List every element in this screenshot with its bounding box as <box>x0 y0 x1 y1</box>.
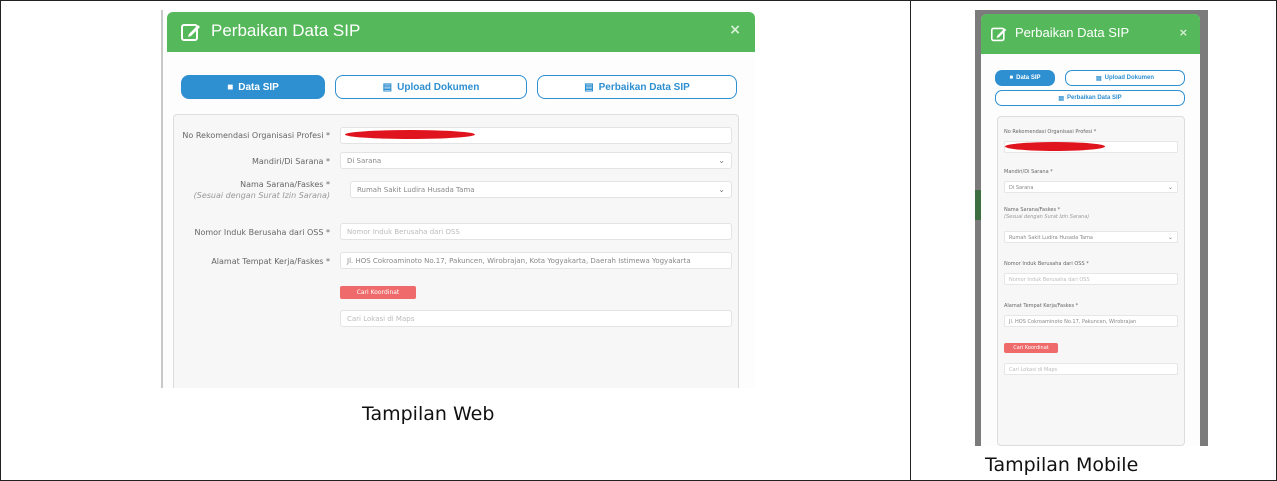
nib-label: Nomor Induk Berusaha dari OSS * <box>1004 261 1089 267</box>
modal-title: Perbaikan Data SIP <box>211 21 361 40</box>
tab-label: Perbaikan Data SIP <box>1066 95 1122 101</box>
edit-icon <box>991 27 1007 42</box>
cari-koordinat-button[interactable]: Cari Koordinat <box>1004 343 1058 353</box>
sarana-hint: (Sesuai dengan Surat Izin Sarana) <box>1004 214 1090 220</box>
form-panel: No Rekomendasi Organisasi Profesi * Mand… <box>997 116 1185 446</box>
chevron-down-icon: ⌄ <box>718 156 725 165</box>
tab-label: Upload Dokumen <box>397 81 480 93</box>
chevron-down-icon: ⌄ <box>1167 184 1173 191</box>
sarana-label: Nama Sarana/Faskes * (Sesuai dengan Sura… <box>193 180 330 200</box>
alamat-label: Alamat Tempat Kerja/Faskes * <box>211 257 330 266</box>
sarana-hint: (Sesuai dengan Surat Izin Sarana) <box>193 191 330 200</box>
edit-icon <box>181 24 200 41</box>
nib-label: Nomor Induk Berusaha dari OSS * <box>194 228 330 237</box>
map-search-input[interactable]: Cari Lokasi di Maps <box>340 310 732 327</box>
mobile-modal: Perbaikan Data SIP × ■ Data SIP ▤ Upload… <box>981 14 1200 446</box>
web-caption: Tampilan Web <box>362 403 495 425</box>
document-icon: ▤ <box>1095 75 1102 82</box>
map-search-input[interactable]: Cari Lokasi di Maps <box>1004 363 1178 375</box>
chevron-down-icon: ⌄ <box>718 185 725 194</box>
mobile-screenshot: Perbaikan Data SIP × ■ Data SIP ▤ Upload… <box>975 10 1208 446</box>
praktik-label: Mandiri/Di Sarana * <box>252 157 330 166</box>
redaction-mark <box>1005 142 1105 151</box>
tab-label: Data SIP <box>1016 75 1041 81</box>
tab-data-sip[interactable]: ■ Data SIP <box>181 75 325 99</box>
sarana-label: Nama Sarana/Faskes * (Sesuai dengan Sura… <box>1004 207 1090 220</box>
alamat-label: Alamat Tempat Kerja/Faskes * <box>1004 303 1079 309</box>
form-panel: No Rekomendasi Organisasi Profesi * Mand… <box>173 114 739 388</box>
rekomendasi-label: No Rekomendasi Organisasi Profesi * <box>1004 129 1097 135</box>
user-icon: ■ <box>227 81 234 93</box>
close-icon[interactable]: × <box>729 22 741 38</box>
close-icon[interactable]: × <box>1179 26 1188 39</box>
rekomendasi-field[interactable] <box>1004 141 1178 153</box>
tab-label: Data SIP <box>238 81 279 93</box>
tab-perbaikan-data-sip[interactable]: ▤ Perbaikan Data SIP <box>537 75 737 99</box>
sarana-select[interactable]: Rumah Sakit Ludira Husada Tama ⌄ <box>1004 231 1178 243</box>
document-icon: ▤ <box>382 81 393 93</box>
table-column-divider <box>910 0 911 481</box>
rekomendasi-label: No Rekomendasi Organisasi Profesi * <box>182 131 330 140</box>
document-icon: ▤ <box>584 81 594 93</box>
tab-label: Perbaikan Data SIP <box>598 81 690 93</box>
document-icon: ▤ <box>1058 95 1064 102</box>
modal-header: Perbaikan Data SIP × <box>167 12 755 52</box>
sarana-select[interactable]: Rumah Sakit Ludira Husada Tama ⌄ <box>350 181 732 198</box>
alamat-field[interactable]: Jl. HOS Cokroaminoto No.17, Pakuncen, Wi… <box>340 252 732 269</box>
praktik-select[interactable]: Di Sarana ⌄ <box>340 152 732 169</box>
chevron-down-icon: ⌄ <box>1167 234 1173 241</box>
tab-data-sip[interactable]: ■ Data SIP <box>995 70 1055 86</box>
praktik-select[interactable]: Di Sarana ⌄ <box>1004 181 1178 193</box>
tab-label: Upload Dokumen <box>1104 75 1154 81</box>
mobile-caption: Tampilan Mobile <box>985 454 1139 476</box>
web-screenshot: Perbaikan Data SIP × ■ Data SIP ▤ Upload… <box>161 10 755 388</box>
praktik-label: Mandiri/Di Sarana * <box>1004 169 1053 175</box>
modal-header: Perbaikan Data SIP × <box>981 14 1200 54</box>
user-icon: ■ <box>1009 75 1014 81</box>
tab-upload-dokumen[interactable]: ▤ Upload Dokumen <box>335 75 527 99</box>
modal-title: Perbaikan Data SIP <box>1015 25 1130 40</box>
tab-upload-dokumen[interactable]: ▤ Upload Dokumen <box>1065 70 1185 86</box>
alamat-field[interactable]: Jl. HOS Cokroaminoto No.17, Pakuncen, Wi… <box>1004 315 1178 327</box>
nib-field[interactable]: Nomor Induk Berusaha dari OSS <box>1004 273 1178 285</box>
cari-koordinat-button[interactable]: Cari Koordinat <box>340 286 416 299</box>
redaction-mark <box>345 130 475 139</box>
rekomendasi-field[interactable] <box>340 127 732 144</box>
tab-perbaikan-data-sip[interactable]: ▤ Perbaikan Data SIP <box>995 90 1185 106</box>
nib-field[interactable]: Nomor Induk Berusaha dari OSS <box>340 223 732 240</box>
